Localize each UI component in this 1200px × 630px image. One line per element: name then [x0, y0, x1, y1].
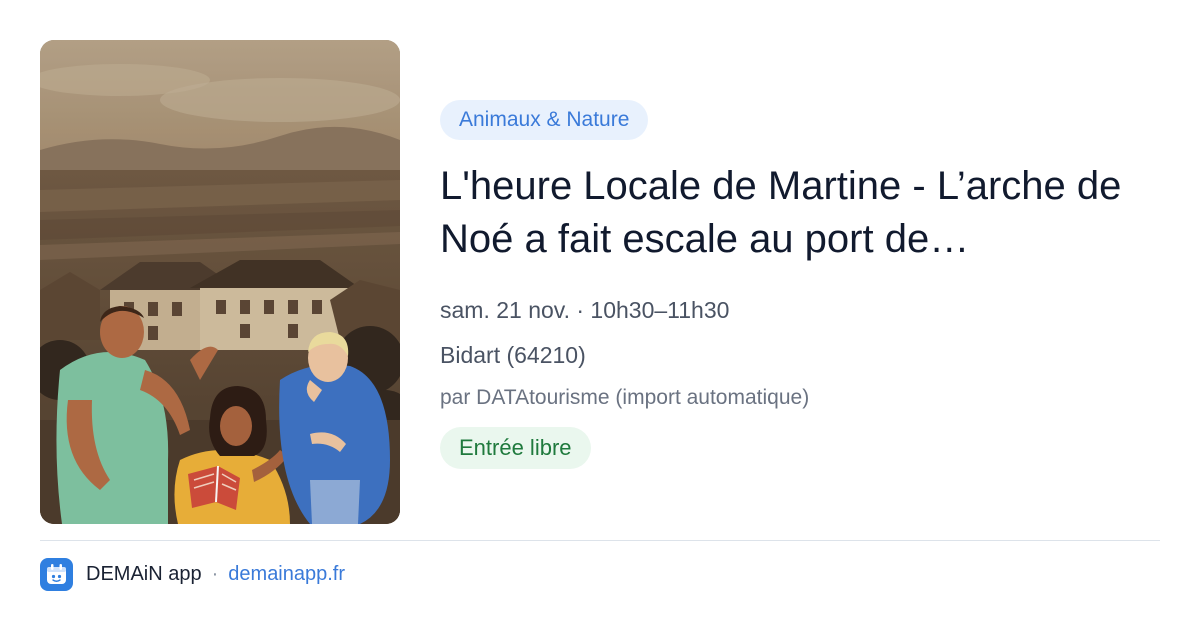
footer-separator: · — [211, 562, 219, 585]
event-title[interactable]: L'heure Locale de Martine - L’arche de N… — [440, 160, 1160, 266]
app-domain-link[interactable]: demainapp.fr — [228, 563, 345, 586]
event-datetime: sam. 21 nov. · 10h30–11h30 — [440, 297, 730, 323]
event-image — [40, 40, 400, 524]
demain-app-logo-icon[interactable] — [40, 557, 73, 591]
price-chip: Entrée libre — [440, 427, 591, 469]
footer-divider — [40, 540, 1160, 541]
event-card[interactable]: Animaux & Nature L'heure Locale de Marti… — [0, 0, 1200, 540]
category-chip[interactable]: Animaux & Nature — [440, 100, 649, 140]
event-location: Bidart (64210) — [440, 342, 586, 368]
footer: DEMAiN app · demainapp.fr — [40, 557, 345, 591]
event-details: Animaux & Nature L'heure Locale de Marti… — [440, 100, 1160, 469]
event-organizer: par DATAtourisme (import automatique) — [440, 386, 810, 409]
app-name: DEMAiN app — [86, 562, 202, 585]
